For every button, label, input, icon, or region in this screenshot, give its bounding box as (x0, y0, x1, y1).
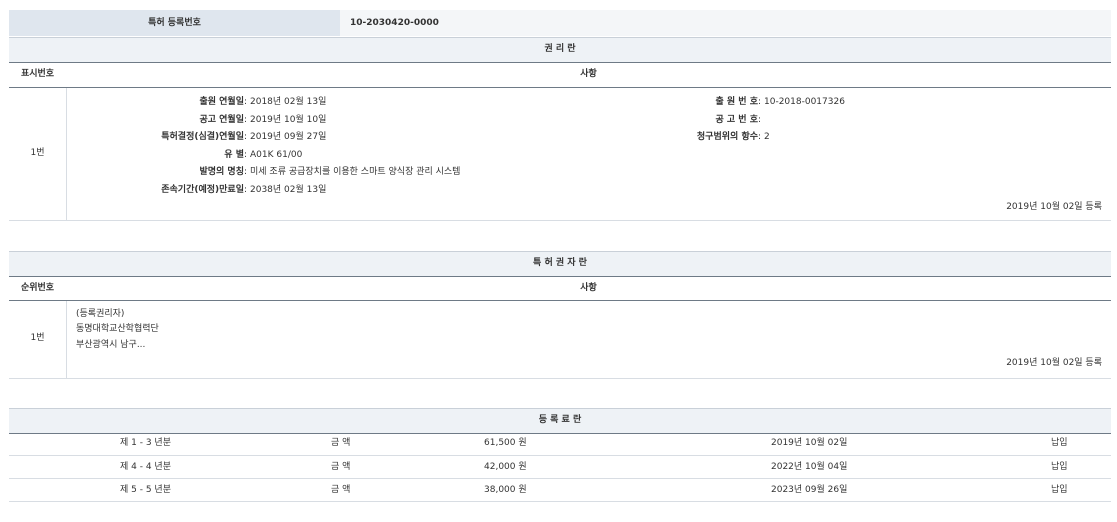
owner-address: 부산광역시 남구... (76, 339, 145, 351)
application-number-key: 출 원 번 호 (600, 96, 758, 108)
invention-title-value: 미세 조류 공급장치를 이용한 스마트 양식장 관리 시스템 (250, 166, 460, 178)
expiry-date-key: 존속기간(예정)만료일 (66, 184, 244, 196)
fee-paid-date: 2019년 10월 02일 (771, 437, 847, 449)
decision-date-key: 특허결정(심결)연월일 (66, 131, 244, 143)
rights-registered-date: 2019년 10월 02일 등록 (900, 201, 1102, 213)
fee-amount-label: 금 액 (331, 437, 350, 449)
fee-amount: 38,000 원 (484, 484, 527, 496)
rights-row-no: 1번 (9, 147, 66, 159)
fee-amount: 42,000 원 (484, 461, 527, 473)
owner-name: 동명대학교산학협력단 (76, 323, 159, 335)
fee-amount-label: 금 액 (331, 461, 350, 473)
publication-date-value: 2019년 10월 10일 (250, 114, 326, 126)
invention-title-key: 발명의 명칭 (66, 166, 244, 178)
rights-col-no: 표시번호 (9, 68, 66, 80)
rights-col-item: 사항 (66, 68, 1111, 80)
reg-number-value: 10-2030420-0000 (350, 17, 439, 29)
expiry-date-value: 2038년 02월 13일 (250, 184, 326, 196)
owner-type: (등록권리자) (76, 308, 124, 320)
publication-number-key: 공 고 번 호 (600, 114, 758, 126)
owner-row-no: 1번 (9, 332, 66, 344)
fee-paid-date: 2023년 09월 26일 (771, 484, 847, 496)
owner-registered-date: 2019년 10월 02일 등록 (900, 357, 1102, 369)
filing-date-value: 2018년 02월 13일 (250, 96, 326, 108)
owner-col-no: 순위번호 (9, 282, 66, 294)
classification-key: 유 별 (66, 149, 244, 161)
fee-status: 납입 (1051, 461, 1068, 473)
decision-date-value: 2019년 09월 27일 (250, 131, 326, 143)
filing-date-key: 출원 연월일 (66, 96, 244, 108)
fee-amount: 61,500 원 (484, 437, 527, 449)
fee-period: 제 5 - 5 년분 (120, 484, 171, 496)
fee-paid-date: 2022년 10월 04일 (771, 461, 847, 473)
reg-number-value-cell (340, 10, 1111, 36)
reg-number-label: 특허 등록번호 (9, 17, 340, 29)
classification-value: A01K 61/00 (250, 149, 302, 161)
fee-title: 등 록 료 란 (9, 414, 1111, 426)
publication-date-key: 공고 연월일 (66, 114, 244, 126)
claims-count-value: 2 (764, 131, 770, 143)
owner-title: 특 허 권 자 란 (9, 257, 1111, 269)
claims-count-key: 청구범위의 항수 (600, 131, 758, 143)
application-number-value: 10-2018-0017326 (764, 96, 845, 108)
rights-title: 권 리 란 (9, 43, 1111, 55)
fee-amount-label: 금 액 (331, 484, 350, 496)
owner-col-item: 사항 (66, 282, 1111, 294)
fee-period: 제 4 - 4 년분 (120, 461, 171, 473)
fee-status: 납입 (1051, 484, 1068, 496)
fee-period: 제 1 - 3 년분 (120, 437, 171, 449)
fee-status: 납입 (1051, 437, 1068, 449)
